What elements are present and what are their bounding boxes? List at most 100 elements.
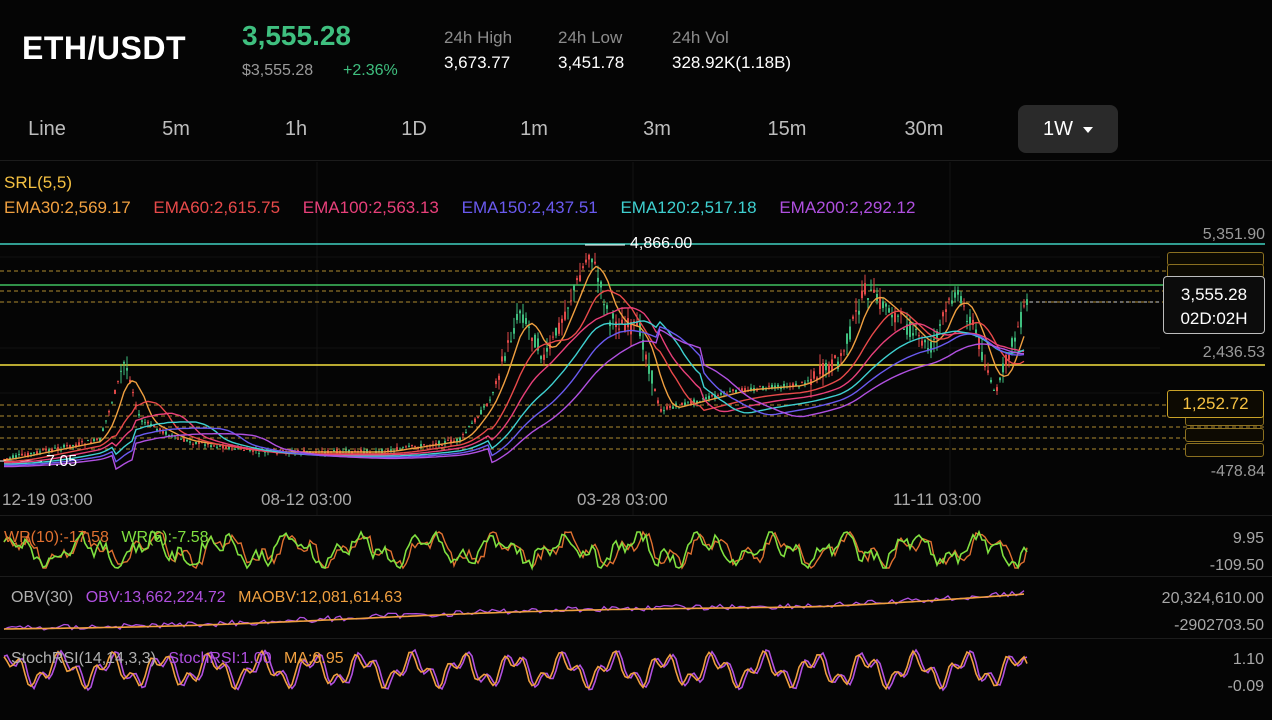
candle-body (12, 455, 14, 459)
x-axis-date: 11-11 03:00 (893, 490, 982, 509)
high-marker: 4,866.00 (630, 235, 693, 252)
candle-body (957, 289, 959, 295)
ema150-label: EMA150:2,437.51 (461, 198, 598, 217)
candle-body (942, 312, 944, 317)
candle-body (873, 289, 875, 293)
candle-body (507, 340, 509, 343)
candle-body (147, 421, 149, 424)
ema30-label: EMA30:2,569.17 (4, 198, 131, 217)
stochrsi-y-top: 1.10 (1232, 651, 1264, 668)
candle-body (993, 389, 995, 391)
candle-body (492, 391, 494, 393)
divider (0, 515, 1272, 516)
candle-body (687, 401, 689, 403)
candle-body (477, 416, 479, 418)
candle-body (666, 406, 668, 410)
candle-body (195, 441, 197, 444)
candle-body (525, 318, 527, 324)
obv-value: OBV:13,662,224.72 (85, 589, 226, 606)
candle-body (9, 457, 11, 459)
divider (0, 576, 1272, 577)
candle-body (390, 449, 392, 451)
candle-body (984, 365, 986, 368)
candle-body (882, 301, 884, 309)
ema-line-5 (3, 328, 1025, 471)
stochrsi-value: StochRSI:1.00 (168, 650, 272, 667)
candle-body (669, 405, 671, 408)
candle-body (684, 402, 686, 406)
candle-body (663, 410, 665, 412)
candle-body (441, 445, 443, 447)
candle-body (879, 297, 881, 309)
x-axis-date: 08-12 03:00 (261, 490, 352, 509)
candle-body (177, 438, 179, 440)
candle-body (846, 333, 848, 344)
candle-body (186, 439, 188, 442)
candle-body (420, 444, 422, 447)
candle-body (213, 445, 215, 447)
stochrsi-y-bottom: -0.09 (1227, 678, 1264, 695)
candle-body (987, 370, 989, 373)
candle-body (132, 391, 134, 394)
candle-body (939, 324, 941, 326)
candle-body (552, 336, 554, 338)
srl-label: SRL(5,5) (4, 173, 73, 192)
candle-body (813, 371, 815, 379)
candle-body (1008, 354, 1010, 360)
ema-legend: EMA30:2,569.17 EMA60:2,615.75 EMA100:2,5… (4, 198, 933, 218)
candle-body (30, 452, 32, 455)
candle-body (96, 438, 98, 440)
candle-body (243, 450, 245, 452)
candle-body (102, 428, 104, 432)
candle-body (864, 283, 866, 295)
candle-body (345, 449, 347, 451)
candle-body (963, 305, 965, 307)
candle-body (165, 431, 167, 435)
candle-body (144, 422, 146, 424)
candle-body (681, 402, 683, 405)
candle-body (570, 300, 572, 302)
candle-body (405, 446, 407, 448)
candle-body (588, 254, 590, 260)
candle-body (651, 370, 653, 384)
wr6-label: WR(6):-7.58 (121, 529, 209, 546)
candle-body (465, 432, 467, 434)
candle-body (831, 359, 833, 371)
candle-body (978, 337, 980, 350)
candle-body (252, 450, 254, 452)
candle-body (603, 304, 605, 306)
candle-body (126, 367, 128, 371)
chart-canvas[interactable] (0, 0, 1272, 720)
candle-body (672, 406, 674, 409)
candle-body (546, 347, 548, 352)
candle-body (534, 334, 536, 348)
candle-body (189, 441, 191, 443)
obv-y-bottom: -2902703.50 (1174, 617, 1264, 634)
candle-body (861, 290, 863, 299)
candle-body (732, 389, 734, 391)
stochrsi-legend: StochRSI(14,14,3,3) StochRSI:1.00 MA:0.9… (11, 650, 352, 668)
candle-body (858, 310, 860, 315)
candle-body (504, 356, 506, 361)
candle-body (483, 406, 485, 408)
candle-body (21, 453, 23, 456)
candle-body (768, 385, 770, 387)
candle-body (924, 340, 926, 343)
candle-body (447, 439, 449, 441)
candle-body (114, 389, 116, 394)
candle-body (402, 447, 404, 449)
candle-body (408, 445, 410, 447)
candle-body (471, 422, 473, 424)
candle-body (600, 281, 602, 288)
candle-body (81, 441, 83, 443)
low-marker: 7.05 (46, 453, 78, 470)
candle-body (594, 261, 596, 264)
candle-body (921, 340, 923, 346)
candle-body (33, 452, 35, 454)
candle-body (990, 379, 992, 383)
candle-body (759, 386, 761, 388)
candle-body (108, 410, 110, 413)
candle-countdown: 02D:02H (1180, 309, 1248, 328)
candle-body (951, 300, 953, 304)
candle-body (801, 381, 803, 383)
